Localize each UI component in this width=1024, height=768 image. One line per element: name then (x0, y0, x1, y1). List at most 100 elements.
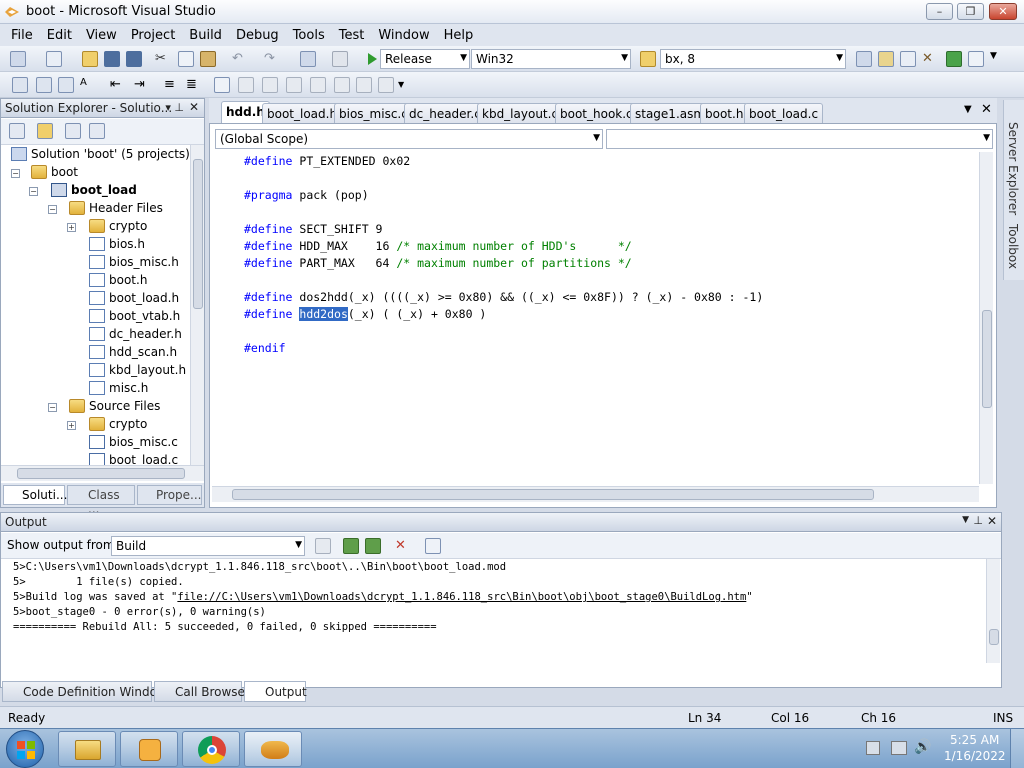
tab-dc-header-c[interactable]: dc_header.c (404, 103, 486, 123)
navigate-forward-icon[interactable] (332, 51, 348, 67)
output-vertical-scrollbar[interactable] (986, 559, 1000, 663)
tab-class-view[interactable]: Class ... (67, 485, 135, 516)
collapse-icon[interactable]: − (48, 205, 57, 214)
start-page-icon[interactable] (946, 51, 962, 67)
minimize-button[interactable]: – (926, 3, 953, 20)
scrollbar-thumb[interactable] (17, 468, 185, 479)
toggle-bookmark-icon[interactable] (214, 77, 230, 93)
display-object-members-icon[interactable] (12, 77, 28, 93)
taskbar-media-player[interactable] (120, 731, 178, 767)
complete-word-icon[interactable]: A (80, 77, 96, 93)
tree-item-file[interactable]: boot.h (89, 271, 147, 289)
refresh-icon[interactable] (65, 123, 81, 139)
clear-bookmarks-icon[interactable] (378, 77, 394, 93)
toolbar-options-icon[interactable]: ▼ (398, 80, 414, 96)
tree-solution-root[interactable]: Solution 'boot' (5 projects) (11, 145, 190, 163)
save-icon[interactable] (104, 51, 120, 67)
menu-debug[interactable]: Debug (229, 28, 286, 43)
tab-boot-load-h[interactable]: boot_load.h (262, 103, 343, 123)
clock-time[interactable]: 5:25 AM (950, 733, 999, 747)
tree-vertical-scrollbar[interactable] (190, 145, 204, 465)
scrollbar-thumb[interactable] (232, 489, 874, 500)
members-combo[interactable]: ▼ (606, 129, 993, 149)
tree-item-file[interactable]: misc.h (89, 379, 148, 397)
action-center-icon[interactable] (866, 741, 880, 755)
panel-options-icon[interactable]: ▼ (962, 515, 969, 525)
tab-bios-misc-c[interactable]: bios_misc.c (334, 103, 413, 123)
tab-boot-h[interactable]: boot.h (700, 103, 749, 123)
copy-icon[interactable] (178, 51, 194, 67)
menu-build[interactable]: Build (182, 28, 229, 43)
start-debugging-icon[interactable] (364, 51, 380, 67)
tab-kbd-layout-c[interactable]: kbd_layout.c (477, 103, 564, 123)
taskbar-explorer[interactable] (58, 731, 116, 767)
menu-project[interactable]: Project (124, 28, 182, 43)
network-icon[interactable] (891, 741, 907, 755)
parameter-info-icon[interactable] (36, 77, 52, 93)
find-message-icon[interactable] (315, 538, 331, 554)
properties-icon[interactable] (9, 123, 25, 139)
object-browser-icon[interactable] (900, 51, 916, 67)
close-document-icon[interactable]: ✕ (981, 102, 992, 117)
command-window-icon[interactable] (968, 51, 984, 67)
tree-item-file[interactable]: bios.h (89, 235, 145, 253)
find-in-files-icon[interactable] (640, 51, 656, 67)
uncomment-lines-icon[interactable]: ≣ (186, 77, 202, 93)
tree-item-file[interactable]: hdd_scan.h (89, 343, 177, 361)
taskbar-chrome[interactable] (182, 731, 240, 767)
tab-boot-load-c[interactable]: boot_load.c (744, 103, 824, 123)
open-file-icon[interactable] (82, 51, 98, 67)
scope-combo[interactable]: (Global Scope) ▼ (215, 129, 603, 149)
menu-edit[interactable]: Edit (40, 28, 79, 43)
comment-lines-icon[interactable]: ≡ (164, 77, 180, 93)
toolbox-icon[interactable]: ✕ (922, 51, 938, 67)
taskbar-visual-studio[interactable] (244, 731, 302, 767)
tree-item-header-files[interactable]: Header Files (69, 199, 163, 217)
previous-bookmark-icon[interactable] (238, 77, 254, 93)
redo-icon[interactable]: ↷ (264, 51, 280, 67)
toolbox-tab[interactable]: Toolbox (1006, 224, 1020, 269)
tree-item-file[interactable]: dc_header.h (89, 325, 182, 343)
tab-code-definition-window[interactable]: Code Definition Window (2, 681, 167, 702)
new-project-icon[interactable] (10, 51, 26, 67)
tree-item-file[interactable]: kbd_layout.h (89, 361, 186, 379)
increase-indent-icon[interactable]: ⇥ (134, 77, 150, 93)
toggle-word-wrap-icon[interactable] (425, 538, 441, 554)
solution-explorer-icon[interactable] (856, 51, 872, 67)
expand-icon[interactable]: + (67, 421, 76, 430)
collapse-icon[interactable]: − (29, 187, 38, 196)
tab-stage1-asm[interactable]: stage1.asm (630, 103, 711, 123)
panel-pin-icon[interactable]: ▾ ⊥ (165, 101, 184, 114)
menu-view[interactable]: View (79, 28, 124, 43)
tab-call-browser[interactable]: Call Browser (154, 681, 250, 702)
collapse-icon[interactable]: − (11, 169, 20, 178)
previous-message-icon[interactable] (343, 538, 359, 554)
navigate-icon[interactable] (300, 51, 316, 67)
menu-file[interactable]: File (4, 28, 40, 43)
pin-icon[interactable]: ⊥ (973, 514, 983, 527)
paste-icon[interactable] (200, 51, 216, 67)
build-log-link[interactable]: file://C:\Users\vm1\Downloads\dcrypt_1.1… (177, 591, 746, 603)
menu-tools[interactable]: Tools (286, 28, 332, 43)
quick-info-icon[interactable] (58, 77, 74, 93)
tree-horizontal-scrollbar[interactable] (1, 465, 204, 481)
undo-icon[interactable]: ↶ (232, 51, 248, 67)
tab-properties[interactable]: Prope... (137, 485, 202, 505)
menu-window[interactable]: Window (371, 28, 436, 43)
editor-horizontal-scrollbar[interactable] (212, 486, 979, 502)
tab-boot-hook-c[interactable]: boot_hook.c (555, 103, 638, 123)
previous-bookmark-folder-icon[interactable] (286, 77, 302, 93)
menu-help[interactable]: Help (437, 28, 481, 43)
close-icon[interactable]: ✕ (189, 100, 199, 114)
save-all-icon[interactable] (126, 51, 142, 67)
next-bookmark-doc-icon[interactable] (356, 77, 372, 93)
properties-icon[interactable] (878, 51, 894, 67)
close-icon[interactable]: ✕ (987, 514, 997, 528)
show-all-files-icon[interactable] (37, 123, 53, 139)
server-explorer-tab[interactable]: Server Explorer (1006, 122, 1020, 215)
tree-item-file[interactable]: bios_misc.h (89, 253, 179, 271)
decrease-indent-icon[interactable]: ⇤ (110, 77, 126, 93)
cut-icon[interactable]: ✂ (155, 51, 171, 67)
add-item-icon[interactable] (46, 51, 62, 67)
menu-test[interactable]: Test (332, 28, 372, 43)
